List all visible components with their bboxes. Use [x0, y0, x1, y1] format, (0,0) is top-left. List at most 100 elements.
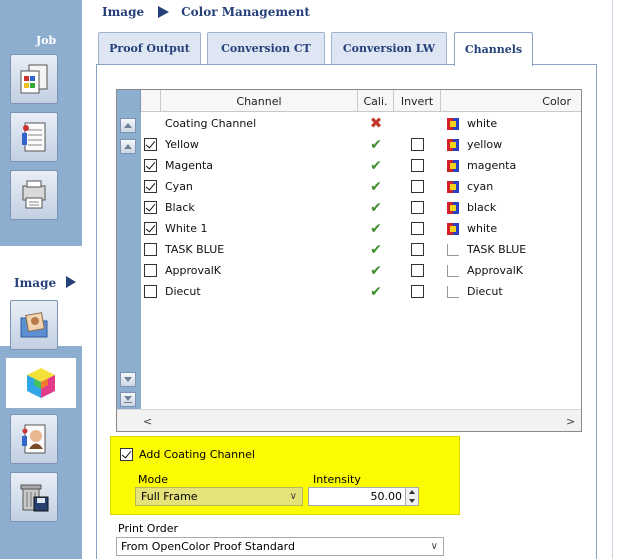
- spot-color-icon: [447, 264, 459, 277]
- portrait-icon: [22, 424, 46, 454]
- row-invert-checkbox[interactable]: [411, 159, 424, 172]
- image-folder-button[interactable]: [10, 300, 58, 350]
- row-invert-checkbox[interactable]: [411, 264, 424, 277]
- move-top-icon: [124, 123, 132, 128]
- row-color-cell[interactable]: white: [447, 218, 581, 239]
- row-color-name: white: [467, 222, 498, 235]
- table-row[interactable]: Yellow ✔ yellow: [141, 134, 581, 155]
- header-cali[interactable]: Cali.: [358, 90, 394, 112]
- row-enabled-checkbox[interactable]: [144, 180, 157, 193]
- table-row[interactable]: Cyan ✔ cyan: [141, 176, 581, 197]
- move-down-icon: [124, 377, 132, 382]
- color-swatch-icon: [447, 117, 459, 130]
- row-color-name: yellow: [467, 138, 503, 151]
- calibration-ok-icon: ✔: [370, 241, 382, 258]
- row-color-cell[interactable]: cyan: [447, 176, 581, 197]
- row-enabled-cell: [144, 218, 161, 239]
- header-invert[interactable]: Invert: [394, 90, 441, 112]
- row-enabled-checkbox[interactable]: [144, 138, 157, 151]
- spin-down-icon[interactable]: [406, 497, 418, 506]
- scrollbar-track[interactable]: [155, 414, 559, 427]
- row-enabled-checkbox[interactable]: [144, 201, 157, 214]
- row-cali-cell: ✔: [358, 218, 394, 239]
- intensity-spinner[interactable]: [405, 488, 418, 505]
- add-coating-checkbox[interactable]: [120, 448, 133, 461]
- row-enabled-checkbox[interactable]: [144, 159, 157, 172]
- table-row[interactable]: Black ✔ black: [141, 197, 581, 218]
- trash-save-button[interactable]: [10, 472, 58, 522]
- row-color-cell[interactable]: ApprovalK: [447, 260, 581, 281]
- job-layout-button[interactable]: [10, 112, 58, 162]
- table-row[interactable]: TASK BLUE ✔ TASK BLUE: [141, 239, 581, 260]
- row-color-name: black: [467, 201, 497, 214]
- add-coating-label[interactable]: Add Coating Channel: [139, 448, 255, 461]
- proof-output-button[interactable]: [10, 54, 58, 104]
- row-color-name: white: [467, 117, 498, 130]
- table-row[interactable]: Diecut ✔ Diecut: [141, 281, 581, 302]
- trash-save-icon: [20, 484, 49, 512]
- row-color-cell[interactable]: TASK BLUE: [447, 239, 581, 260]
- move-to-top-button[interactable]: [120, 118, 136, 133]
- printer-button[interactable]: [10, 170, 58, 220]
- tab-conversion-lw[interactable]: Conversion LW: [331, 32, 447, 64]
- table-row[interactable]: ApprovalK ✔ ApprovalK: [141, 260, 581, 281]
- row-invert-cell: [394, 176, 441, 197]
- table-row[interactable]: Coating Channel ✖ white: [141, 113, 581, 134]
- scroll-right-icon[interactable]: >: [566, 415, 575, 428]
- move-to-bottom-button[interactable]: [120, 392, 136, 407]
- tab-proof-output[interactable]: Proof Output: [98, 32, 201, 64]
- table-row[interactable]: Magenta ✔ magenta: [141, 155, 581, 176]
- row-channel-name: Coating Channel: [165, 117, 257, 130]
- row-invert-checkbox[interactable]: [411, 222, 424, 235]
- color-management-button[interactable]: [6, 358, 76, 408]
- table-row[interactable]: White 1 ✔ white: [141, 218, 581, 239]
- row-invert-checkbox[interactable]: [411, 180, 424, 193]
- row-enabled-checkbox[interactable]: [144, 264, 157, 277]
- channel-table[interactable]: Channel Cali. Invert Color Coating Chann…: [116, 89, 582, 432]
- row-color-cell[interactable]: black: [447, 197, 581, 218]
- row-enabled-checkbox[interactable]: [144, 285, 157, 298]
- row-invert-cell: [394, 113, 441, 134]
- row-invert-checkbox[interactable]: [411, 138, 424, 151]
- header-color[interactable]: Color: [441, 90, 581, 112]
- header-channel[interactable]: Channel: [161, 90, 358, 112]
- breadcrumb: Image Color Management: [102, 4, 310, 20]
- row-color-name: ApprovalK: [467, 264, 524, 277]
- spin-up-icon[interactable]: [406, 488, 418, 497]
- intensity-label: Intensity: [313, 473, 361, 486]
- row-color-name: magenta: [467, 159, 517, 172]
- move-bottom-icon: [124, 396, 132, 403]
- breadcrumb-section[interactable]: Image: [102, 5, 144, 19]
- row-color-cell[interactable]: yellow: [447, 134, 581, 155]
- row-channel-name: TASK BLUE: [165, 243, 225, 256]
- mode-label: Mode: [138, 473, 168, 486]
- row-cali-cell: ✖: [358, 113, 394, 134]
- portrait-button[interactable]: [10, 414, 58, 464]
- mode-select[interactable]: Full Frame ∨: [135, 487, 303, 506]
- row-invert-checkbox[interactable]: [411, 285, 424, 298]
- row-enabled-checkbox[interactable]: [144, 222, 157, 235]
- row-color-cell[interactable]: magenta: [447, 155, 581, 176]
- window-right-edge: [612, 0, 624, 559]
- image-folder-icon: [20, 312, 48, 338]
- tab-channels[interactable]: Channels: [454, 32, 533, 66]
- scroll-left-icon[interactable]: <: [143, 415, 152, 428]
- row-invert-cell: [394, 239, 441, 260]
- row-channel-name: Cyan: [165, 180, 193, 193]
- chevron-down-icon: ∨: [430, 541, 438, 552]
- row-invert-checkbox[interactable]: [411, 243, 424, 256]
- move-up-button[interactable]: [120, 139, 136, 154]
- move-down-button[interactable]: [120, 372, 136, 387]
- tab-conversion-ct[interactable]: Conversion CT: [207, 32, 325, 64]
- row-enabled-checkbox[interactable]: [144, 243, 157, 256]
- row-cali-cell: ✔: [358, 239, 394, 260]
- row-color-cell[interactable]: white: [447, 113, 581, 134]
- row-enabled-cell: [144, 281, 161, 302]
- horizontal-scrollbar[interactable]: < >: [117, 409, 581, 431]
- intensity-input[interactable]: 50.00: [308, 487, 419, 506]
- row-enabled-cell: [144, 176, 161, 197]
- sidebar: Job Image: [0, 0, 82, 559]
- print-order-select[interactable]: From OpenColor Proof Standard ∨: [116, 537, 444, 556]
- row-color-cell[interactable]: Diecut: [447, 281, 581, 302]
- row-invert-checkbox[interactable]: [411, 201, 424, 214]
